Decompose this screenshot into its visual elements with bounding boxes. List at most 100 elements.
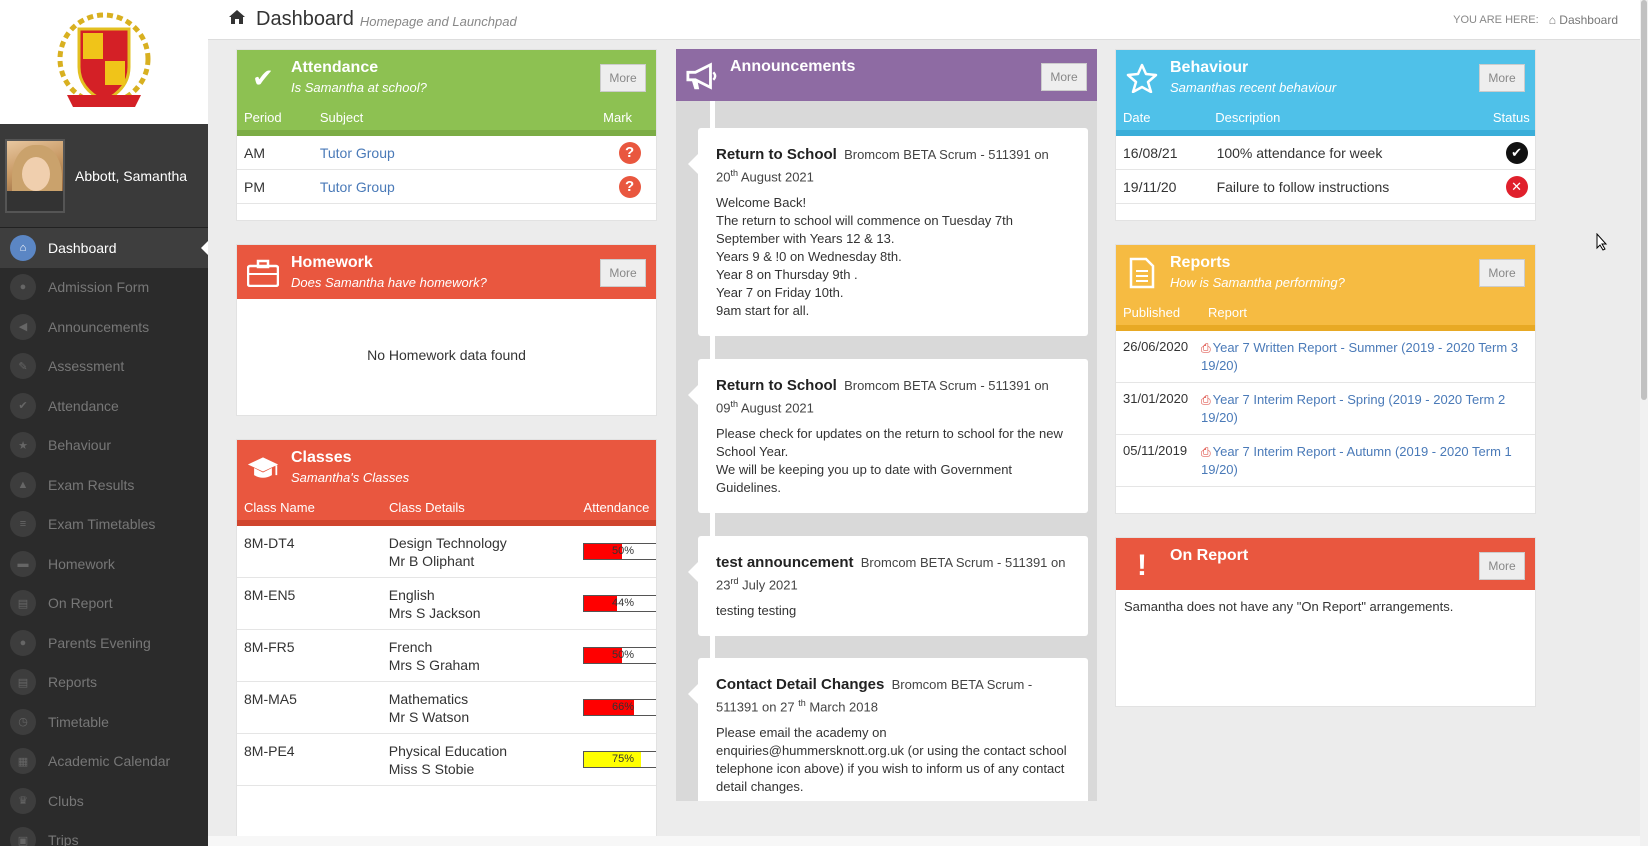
- report-link[interactable]: Year 7 Written Report - Summer (2019 - 2…: [1201, 340, 1518, 373]
- exclamation-icon: !: [1137, 549, 1147, 582]
- sidebar-item-label: Parents Evening: [48, 634, 151, 651]
- sidebar-item-clubs[interactable]: ♛ Clubs: [0, 781, 208, 821]
- breadcrumb-dashboard[interactable]: ⌂ Dashboard: [1549, 13, 1618, 27]
- announcement-body: testing testing: [716, 603, 797, 619]
- pencil-icon: ✎: [10, 353, 36, 380]
- class-details-cell: Mathematics Mr S Watson: [382, 690, 576, 726]
- class-teacher: Miss S Stobie: [388, 760, 475, 777]
- announcements-timeline: Return to School Bromcom BETA Scrum - 51…: [676, 101, 1097, 801]
- on-report-more-button[interactable]: More: [1479, 552, 1525, 580]
- behaviour-description: 100% attendance for week: [1216, 144, 1383, 161]
- class-subject: English: [388, 586, 435, 603]
- announcement-card[interactable]: Return to School Bromcom BETA Scrum - 51…: [688, 128, 1088, 337]
- reports-more-button[interactable]: More: [1479, 259, 1525, 287]
- column-header: Description: [1215, 109, 1281, 125]
- breadcrumb-label: Dashboard: [1559, 12, 1618, 27]
- class-teacher: Mr S Watson: [388, 708, 470, 725]
- scrollbar-thumb[interactable]: [1641, 0, 1647, 400]
- sidebar-item-trips[interactable]: ▣ Trips: [0, 821, 208, 846]
- briefcase-icon: ▬: [10, 550, 36, 577]
- report-published-date: 26/06/2020: [1123, 339, 1189, 354]
- sidebar-item-homework[interactable]: ▬ Homework: [0, 544, 208, 584]
- pdf-icon: ⎙: [1201, 341, 1211, 355]
- attendance-more-button[interactable]: More: [600, 64, 646, 92]
- announcement-body: Welcome Back! The return to school will …: [716, 195, 1013, 319]
- sidebar-item-exam-timetables[interactable]: ≡ Exam Timetables: [0, 505, 208, 545]
- sidebar-item-dashboard[interactable]: ⌂ Dashboard: [0, 228, 208, 268]
- column-header: Date: [1123, 109, 1151, 125]
- attendance-cell: 75%: [576, 751, 656, 768]
- sidebar-item-admission-form[interactable]: ● Admission Form: [0, 268, 208, 308]
- subject-link[interactable]: Tutor Group: [313, 145, 596, 161]
- sidebar-item-attendance[interactable]: ✔ Attendance: [0, 386, 208, 426]
- announcement-day: 09: [716, 400, 731, 416]
- sidebar-item-label: Attendance: [48, 397, 119, 414]
- announcement-heading: Contact Detail Changes Bromcom BETA Scru…: [716, 676, 1070, 716]
- homework-more-button[interactable]: More: [600, 259, 646, 287]
- announcement-title: test announcement: [716, 554, 854, 571]
- reports-table-header: Published Report: [1116, 299, 1535, 331]
- sidebar-item-parents-evening[interactable]: ● Parents Evening: [0, 623, 208, 663]
- report-link[interactable]: Year 7 Interim Report - Spring (2019 - 2…: [1201, 392, 1505, 425]
- user-profile[interactable]: Abbott, Samantha: [0, 124, 208, 228]
- attendance-progress-bar: 75%: [583, 751, 656, 768]
- announcement-card[interactable]: Return to School Bromcom BETA Scrum - 51…: [688, 359, 1088, 514]
- homework-empty-message: No Homework data found: [367, 347, 526, 363]
- report-link[interactable]: Year 7 Interim Report - Autumn (2019 - 2…: [1201, 444, 1512, 477]
- behaviour-description: Failure to follow instructions: [1216, 178, 1390, 195]
- school-logo[interactable]: [0, 0, 208, 124]
- on-report-header: ! On Report More: [1116, 538, 1535, 590]
- class-subject: Physical Education: [388, 742, 508, 759]
- sidebar-item-label: Behaviour: [48, 437, 112, 454]
- behaviour-panel: Behaviour Samanthas recent behaviour Mor…: [1115, 49, 1536, 221]
- sidebar-item-on-report[interactable]: ▤ On Report: [0, 584, 208, 624]
- column-header: Period: [244, 109, 282, 125]
- sidebar-item-academic-calendar[interactable]: ▦ Academic Calendar: [0, 742, 208, 782]
- announcement-day-suffix: th: [730, 168, 738, 178]
- table-row: 8M-DT4 Design Technology Mr B Oliphant 50%: [237, 526, 656, 578]
- table-row: 16/08/21 100% attendance for week ✔: [1116, 136, 1535, 170]
- announcement-card[interactable]: test announcement Bromcom BETA Scrum - 5…: [688, 536, 1088, 637]
- classes-header: Classes Samantha's Classes: [237, 440, 656, 494]
- class-subject: Design Technology: [388, 534, 507, 551]
- sidebar-item-reports[interactable]: ▤ Reports: [0, 663, 208, 703]
- announcement-date: March 2018: [805, 699, 878, 715]
- column-header: Status: [1492, 109, 1530, 125]
- class-teacher: Mrs S Graham: [388, 656, 480, 673]
- star-icon: [1126, 62, 1158, 94]
- mouse-cursor-icon: [1596, 232, 1608, 254]
- attendance-progress-bar: 50%: [583, 647, 656, 664]
- subject-link[interactable]: Tutor Group: [313, 179, 596, 195]
- sidebar-item-label: Announcements: [48, 318, 150, 335]
- sidebar-item-assessment[interactable]: ✎ Assessment: [0, 347, 208, 387]
- announcement-heading: Return to School Bromcom BETA Scrum - 51…: [716, 146, 1070, 186]
- behaviour-more-button[interactable]: More: [1479, 64, 1525, 92]
- period-cell: PM: [244, 178, 265, 195]
- attendance-percent: 44%: [611, 597, 635, 609]
- page-header: Dashboard Homepage and Launchpad YOU ARE…: [208, 0, 1640, 40]
- page-scrollbar[interactable]: [1640, 0, 1648, 846]
- table-row: 31/01/2020 ⎙ Year 7 Interim Report - Sprin…: [1116, 383, 1535, 435]
- check-icon: ✔: [10, 392, 36, 419]
- behaviour-table-header: Date Description Status: [1116, 104, 1535, 136]
- sidebar-item-timetable[interactable]: ◷ Timetable: [0, 702, 208, 742]
- question-mark-icon[interactable]: ?: [618, 175, 641, 198]
- sidebar-item-announcements[interactable]: ◀ Announcements: [0, 307, 208, 347]
- question-mark-icon[interactable]: ?: [618, 141, 641, 164]
- class-details-cell: French Mrs S Graham: [382, 638, 576, 674]
- homework-header: Homework Does Samantha have homework? Mo…: [237, 245, 656, 299]
- attendance-percent: 50%: [611, 545, 635, 557]
- sidebar-item-behaviour[interactable]: ★ Behaviour: [0, 426, 208, 466]
- pdf-icon: ⎙: [1201, 445, 1211, 459]
- table-row: 8M-PE4 Physical Education Miss S Stobie 75%: [237, 734, 656, 786]
- class-name-cell: 8M-DT4: [244, 535, 295, 551]
- table-row: 8M-MA5 Mathematics Mr S Watson 66%: [237, 682, 656, 734]
- announcements-more-button[interactable]: More: [1041, 63, 1087, 91]
- sidebar-item-exam-results[interactable]: ▲ Exam Results: [0, 465, 208, 505]
- sidebar-nav: ⌂ Dashboard ● Admission Form ◀ Announcements ✎…: [0, 228, 208, 846]
- home-icon[interactable]: [228, 9, 246, 30]
- file-icon: ▤: [10, 590, 36, 617]
- column-header: Class Details: [388, 499, 465, 515]
- report-cell: ⎙ Year 7 Interim Report - Autumn (2019 - …: [1201, 443, 1531, 479]
- announcement-card[interactable]: Contact Detail Changes Bromcom BETA Scru…: [688, 658, 1088, 801]
